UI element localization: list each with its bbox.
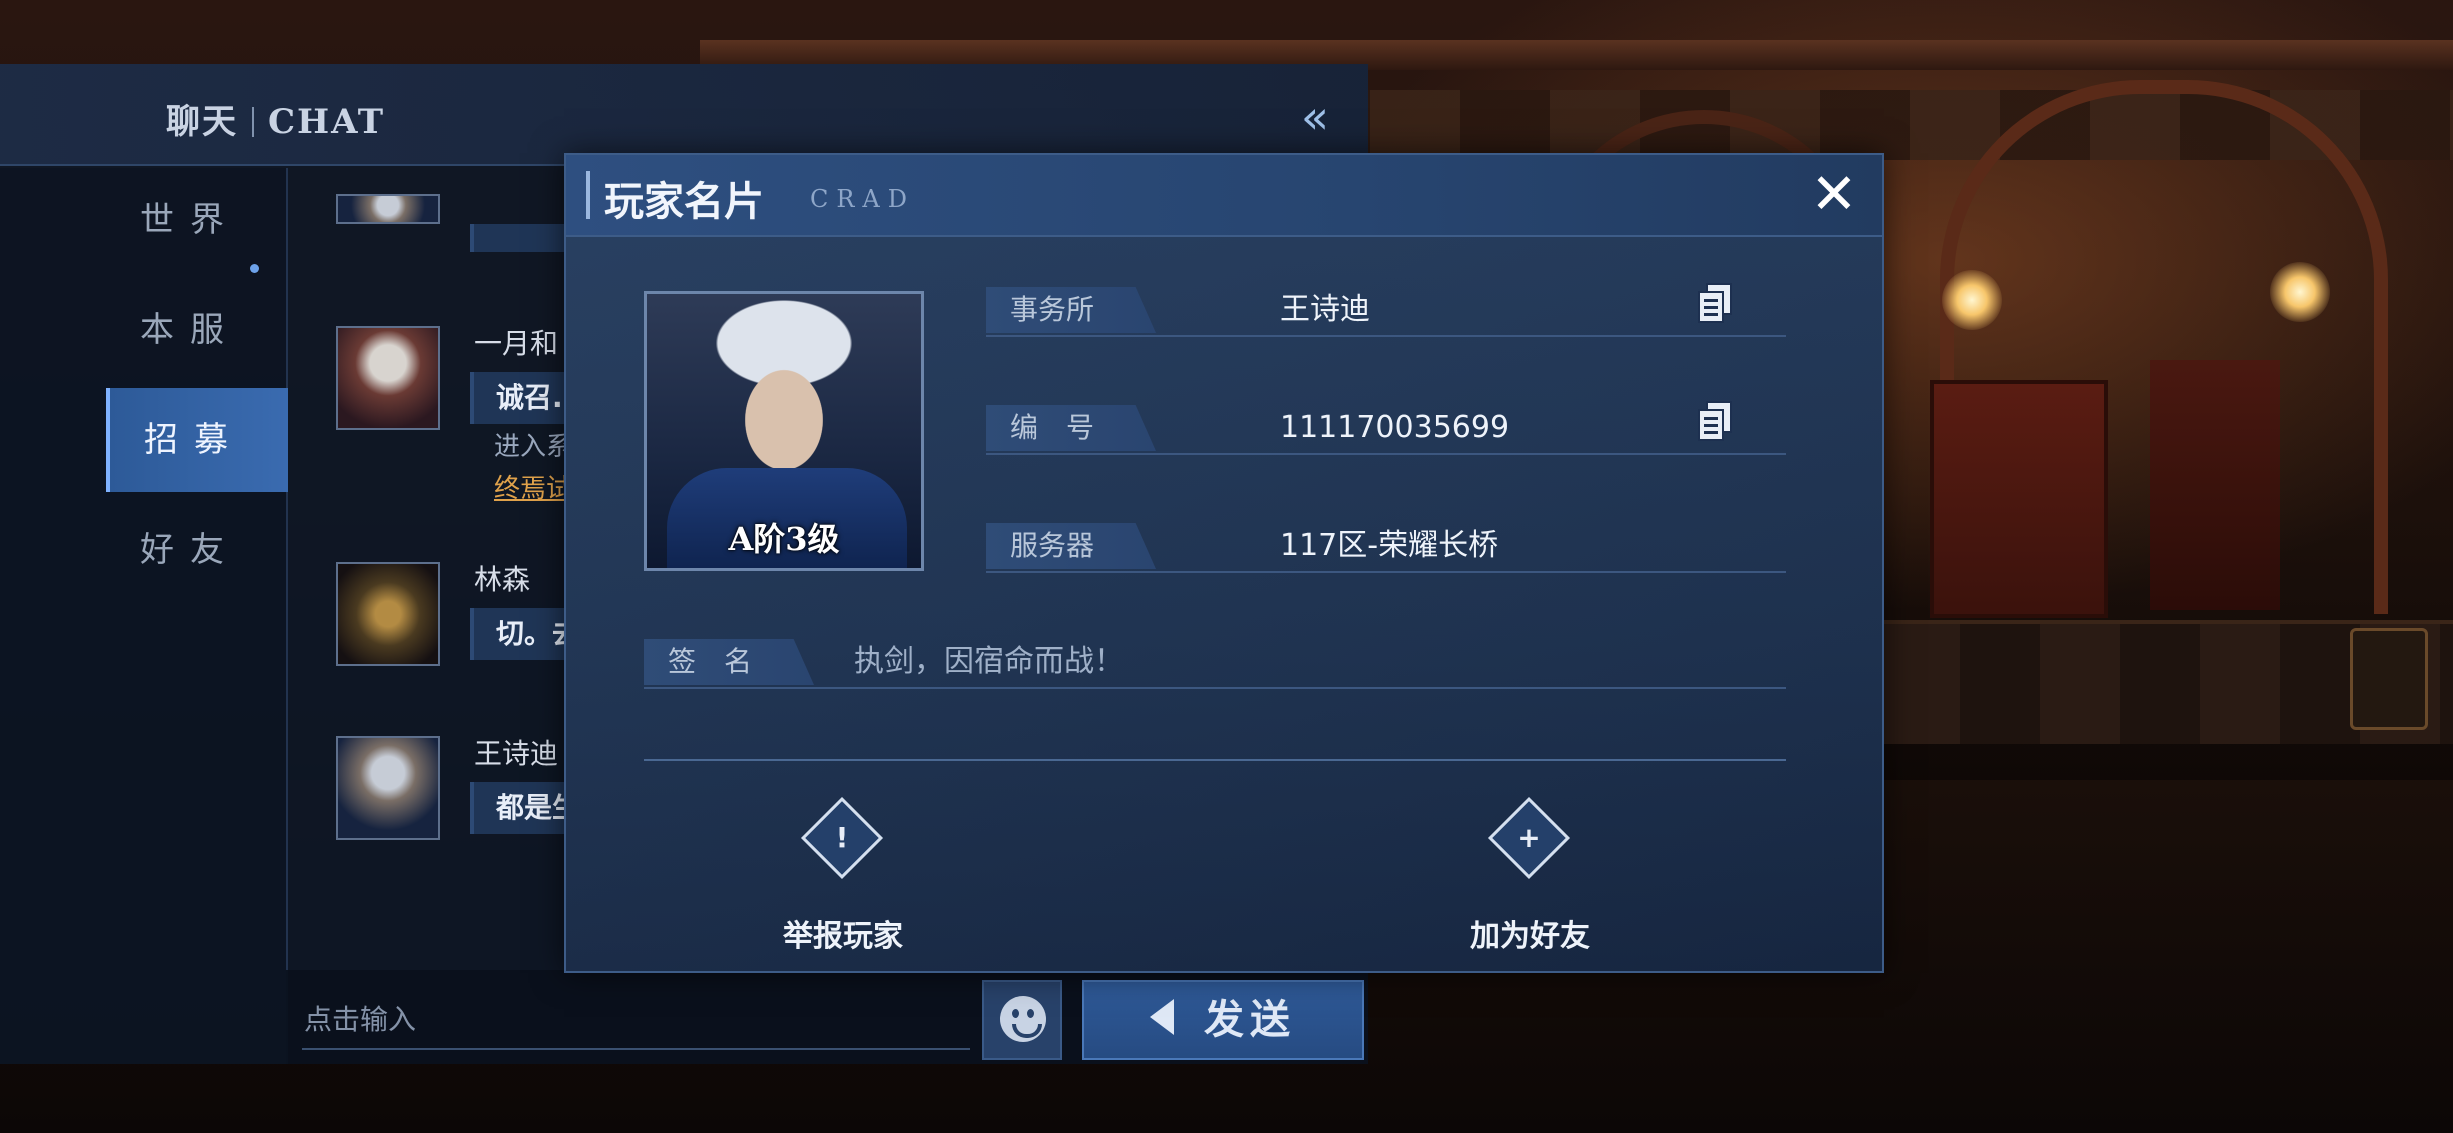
message-sender: 一月和 bbox=[474, 327, 559, 360]
message-sender: 林森 bbox=[474, 563, 531, 596]
signature-label: 签 名 bbox=[644, 639, 814, 685]
signature-text: 执剑，因宿命而战！ bbox=[854, 644, 1124, 679]
wall-lamp bbox=[1942, 270, 2002, 330]
card-title: 玩家名片 bbox=[604, 178, 764, 225]
info-row-agency: 事务所 王诗迪 bbox=[986, 283, 1786, 337]
send-label: 发送 bbox=[1204, 996, 1296, 1043]
red-door bbox=[1930, 380, 2108, 618]
info-label: 事务所 bbox=[986, 287, 1156, 333]
chat-sidebar: 世界 本服 招募 好友 bbox=[0, 168, 288, 1064]
card-subtitle: CRAD bbox=[810, 185, 916, 213]
red-door bbox=[2150, 360, 2280, 610]
report-label: 举报玩家 bbox=[783, 919, 903, 954]
chat-title-en: CHAT bbox=[268, 102, 386, 142]
add-friend-icon: + bbox=[1487, 796, 1571, 880]
unread-dot bbox=[250, 264, 259, 273]
player-portrait: A阶3级 bbox=[644, 291, 924, 571]
info-value: 王诗迪 bbox=[1280, 292, 1370, 327]
close-icon[interactable]: ✕ bbox=[1804, 165, 1864, 225]
copy-icon[interactable] bbox=[1696, 283, 1736, 327]
info-value: 111170035699 bbox=[1280, 410, 1510, 445]
message-sender: 王诗迪 bbox=[474, 737, 559, 770]
report-icon: ! bbox=[800, 796, 884, 880]
report-player-button[interactable]: ! 举报玩家 bbox=[743, 796, 943, 955]
header-accent bbox=[586, 171, 590, 219]
player-card-modal: 玩家名片 CRAD ✕ A阶3级 事务所 王诗迪 编 号 11117003569… bbox=[564, 153, 1884, 973]
tab-world[interactable]: 世界 bbox=[106, 168, 288, 272]
emoji-button[interactable] bbox=[982, 980, 1062, 1060]
tab-server[interactable]: 本服 bbox=[106, 278, 288, 382]
message-text: 进入系 bbox=[494, 432, 573, 462]
speaker-icon bbox=[1150, 999, 1174, 1035]
chat-header: 聊天 CHAT « bbox=[0, 64, 1368, 166]
avatar[interactable] bbox=[336, 562, 440, 666]
chat-input-bar: 发送 bbox=[286, 970, 1368, 1064]
bar-sign bbox=[2350, 628, 2428, 730]
send-button[interactable]: 发送 bbox=[1082, 980, 1364, 1060]
message-link[interactable]: 终焉试 bbox=[494, 468, 572, 505]
info-row-server: 服务器 117区-荣耀长桥 bbox=[986, 519, 1786, 573]
chat-title-cn: 聊天 bbox=[166, 102, 238, 142]
title-separator bbox=[252, 107, 254, 137]
signature-row: 签 名 执剑，因宿命而战！ bbox=[644, 635, 1786, 689]
copy-icon[interactable] bbox=[1696, 401, 1736, 445]
wall-lamp bbox=[2270, 262, 2330, 322]
player-rank: A阶3级 bbox=[728, 520, 840, 558]
add-friend-button[interactable]: + 加为好友 bbox=[1430, 796, 1630, 955]
tab-recruit[interactable]: 招募 bbox=[106, 388, 288, 492]
avatar[interactable] bbox=[336, 326, 440, 430]
card-header: 玩家名片 CRAD ✕ bbox=[566, 155, 1882, 237]
info-label: 服务器 bbox=[986, 523, 1156, 569]
chat-input[interactable] bbox=[302, 990, 970, 1050]
avatar[interactable] bbox=[336, 736, 440, 840]
add-friend-label: 加为好友 bbox=[1470, 919, 1590, 954]
chat-title: 聊天 CHAT bbox=[166, 94, 385, 143]
divider bbox=[644, 759, 1786, 761]
avatar[interactable] bbox=[336, 194, 440, 224]
info-value: 117区-荣耀长桥 bbox=[1280, 528, 1499, 563]
info-label: 编 号 bbox=[986, 405, 1156, 451]
double-chevron-left-icon[interactable]: « bbox=[1290, 92, 1340, 142]
tab-friends[interactable]: 好友 bbox=[106, 498, 288, 602]
info-row-id: 编 号 111170035699 bbox=[986, 401, 1786, 455]
